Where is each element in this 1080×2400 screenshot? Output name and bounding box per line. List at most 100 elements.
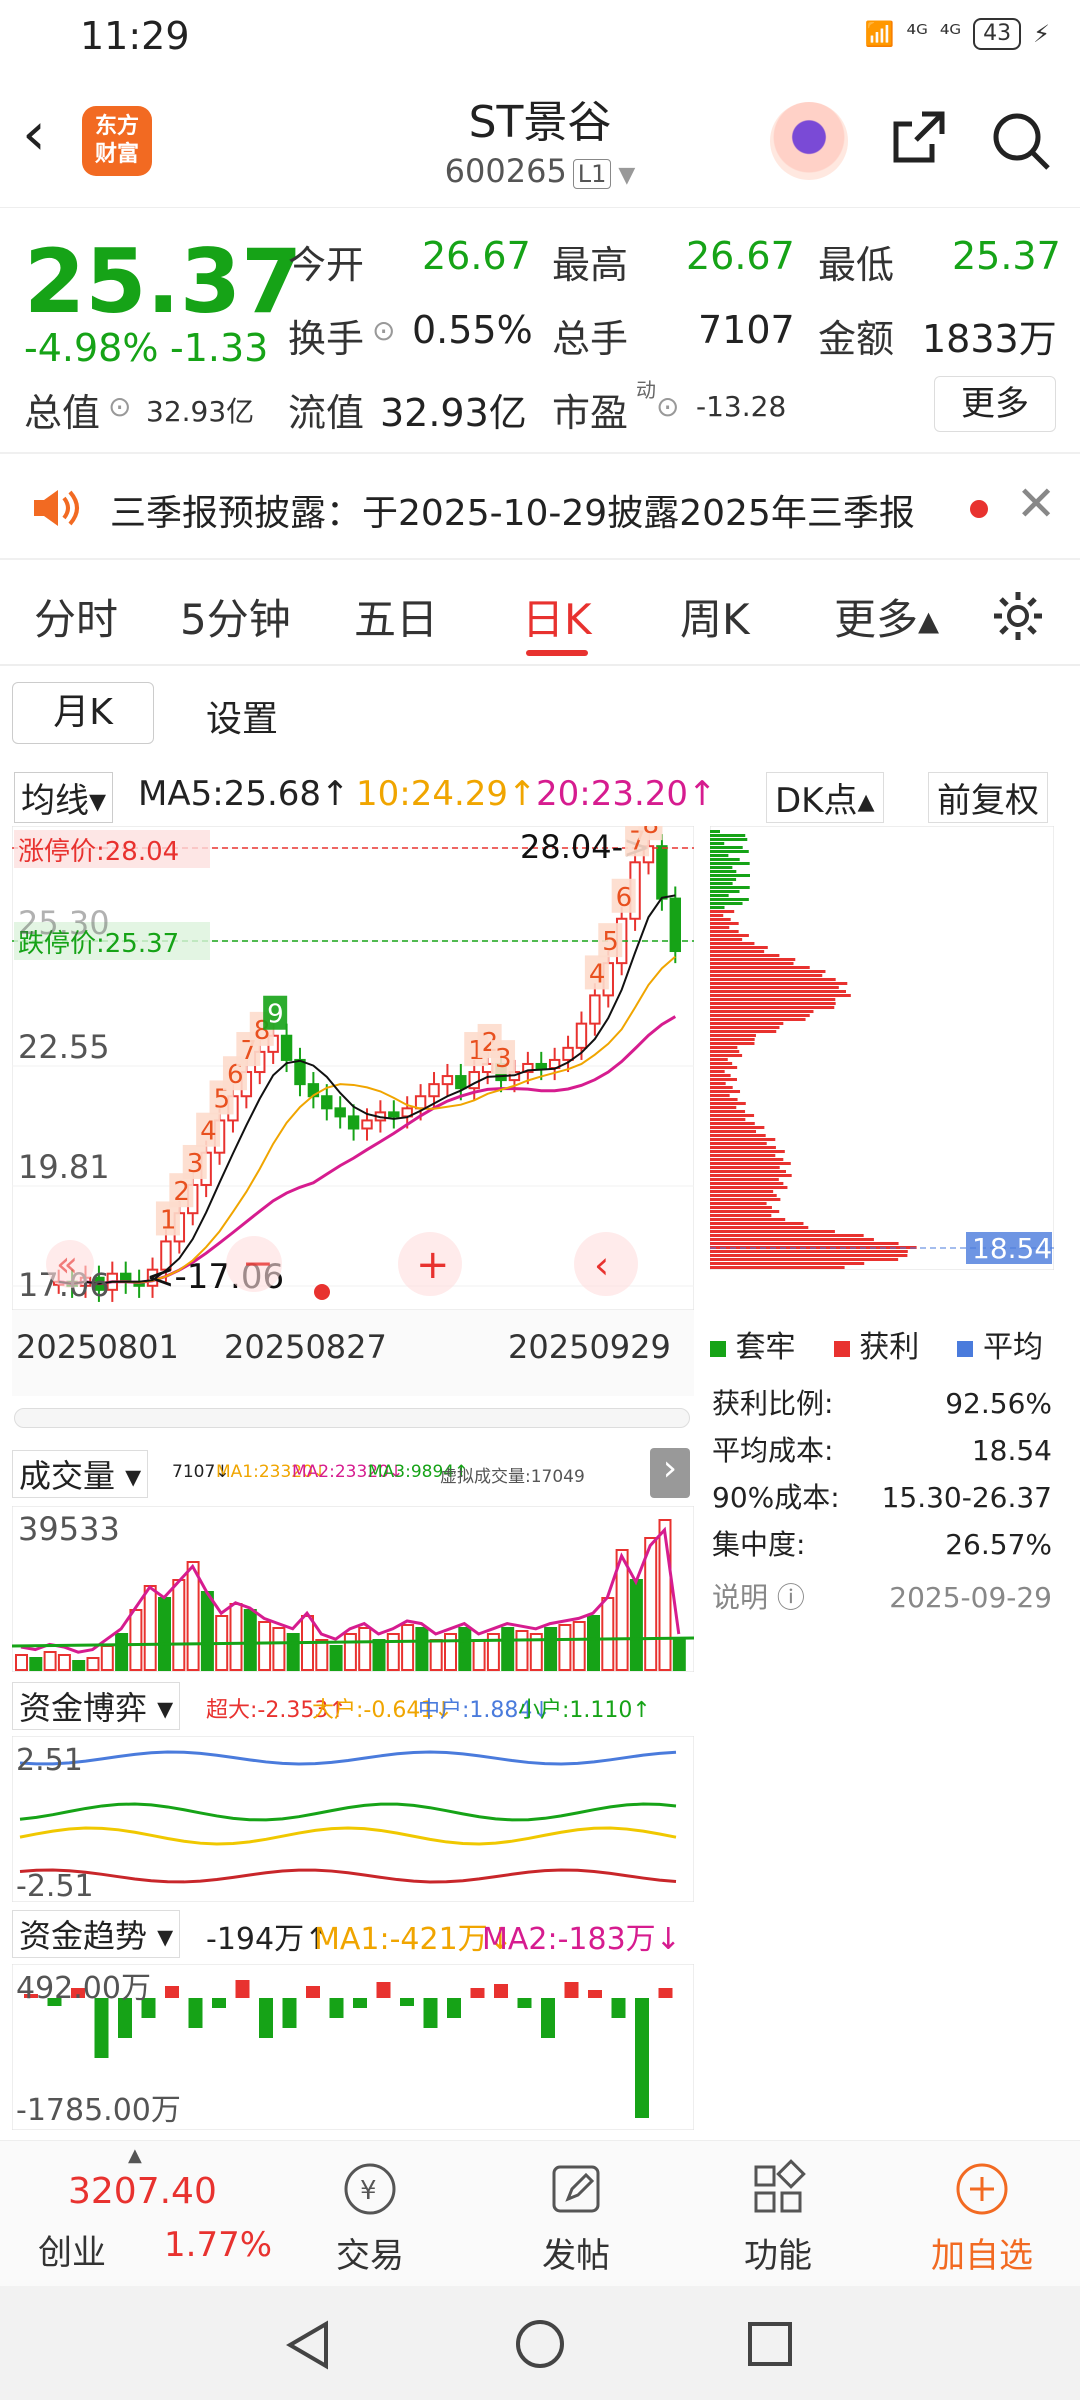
chip-bar bbox=[710, 834, 746, 837]
level-badge: L1 bbox=[572, 159, 612, 189]
trend-bar bbox=[353, 1998, 367, 2008]
trend-bar bbox=[329, 1998, 344, 2018]
chip-bar bbox=[710, 958, 796, 961]
monthly-k-chip[interactable]: 月K bbox=[12, 682, 154, 744]
candle-body bbox=[656, 845, 668, 900]
mktcap-label: 总值 bbox=[24, 391, 101, 435]
add-watchlist-button[interactable]: 加自选 bbox=[912, 2159, 1052, 2277]
tab-more[interactable]: 更多▴ bbox=[834, 586, 939, 647]
more-button[interactable]: 更多 bbox=[934, 376, 1056, 432]
collapse-panel-icon[interactable]: › bbox=[650, 1448, 690, 1498]
chip-bar bbox=[710, 850, 749, 853]
amount-label: 金额 bbox=[818, 317, 895, 361]
chip-bar bbox=[710, 962, 794, 965]
subtabs: 月K 设置 bbox=[0, 670, 1080, 750]
chip-bar bbox=[710, 1242, 899, 1245]
battery-icon: 43 bbox=[973, 18, 1022, 50]
chip-bar bbox=[710, 1118, 746, 1121]
settings-link[interactable]: 设置 bbox=[206, 690, 278, 742]
search-icon[interactable] bbox=[990, 110, 1052, 172]
info-icon-3[interactable]: ⊙ bbox=[656, 390, 679, 423]
chip-bar bbox=[710, 1046, 738, 1049]
info-icon-2[interactable]: ⊙ bbox=[108, 390, 131, 423]
chip-bar bbox=[710, 934, 749, 937]
yen-icon: ¥ bbox=[344, 2163, 396, 2215]
recents-square-icon[interactable] bbox=[746, 2320, 794, 2368]
chip-bar bbox=[710, 910, 735, 913]
chip-bar bbox=[710, 1030, 777, 1033]
caret-up-icon: ▲ bbox=[128, 2145, 142, 2166]
notice-bar[interactable]: 三季报预披露：于2025-10-29披露2025年三季报 ✕ bbox=[0, 456, 1080, 560]
tab-daily-k[interactable]: 日K bbox=[522, 586, 592, 647]
kline-chart[interactable]: 涨停价:28.04 跌停价:25.37 25.30 22.55 19.81 17… bbox=[12, 826, 694, 1310]
share-icon[interactable] bbox=[888, 108, 948, 168]
back-triangle-icon[interactable] bbox=[284, 2320, 332, 2370]
volume-chart: 39533 bbox=[12, 1506, 694, 1672]
adjust-button[interactable]: 前复权 bbox=[928, 772, 1048, 823]
post-button[interactable]: 发帖 bbox=[516, 2159, 636, 2277]
range-scrollbar[interactable] bbox=[14, 1408, 690, 1428]
trend-selector[interactable]: 资金趋势 ▾ bbox=[12, 1910, 181, 1958]
chip-bar bbox=[710, 1094, 730, 1097]
ma10-value: 10:24.29↑ bbox=[356, 774, 537, 814]
assistant-robot-icon[interactable] bbox=[770, 102, 848, 180]
date-3: 20250929 bbox=[508, 1328, 671, 1366]
amount-value: 1833万 bbox=[922, 317, 1057, 361]
tab-5day[interactable]: 五日 bbox=[354, 586, 438, 647]
ma-selector[interactable]: 均线▾ bbox=[14, 772, 114, 823]
chip-bar bbox=[710, 990, 847, 993]
chip-bar bbox=[710, 870, 737, 873]
dk-point-button[interactable]: DK点▴ bbox=[766, 772, 884, 823]
candle-body bbox=[294, 1058, 306, 1086]
volume-bar bbox=[272, 1627, 286, 1671]
tab-intraday[interactable]: 分时 bbox=[34, 586, 118, 647]
date-2: 20250827 bbox=[224, 1328, 387, 1366]
chip-bar bbox=[710, 1214, 772, 1217]
volume-selector[interactable]: 成交量 ▾ bbox=[12, 1450, 149, 1498]
turnover-label: 换手 bbox=[288, 317, 365, 361]
period-tabs: 分时 5分钟 五日 日K 周K 更多▴ bbox=[0, 562, 1080, 666]
info-icon[interactable]: ⊙ bbox=[372, 314, 395, 347]
volume-value: 7107 bbox=[698, 308, 795, 352]
vol-virtual: 虚拟成交量:17049 bbox=[440, 1467, 585, 1487]
status-time: 11:29 bbox=[80, 14, 190, 58]
chip-stat-row: 获利比例: 92.56% bbox=[712, 1387, 1052, 1420]
trend-bar bbox=[658, 1988, 673, 1998]
sequence-tag-label: 4 bbox=[589, 959, 606, 989]
volume-bar bbox=[672, 1639, 686, 1671]
candle-body bbox=[669, 897, 682, 953]
gear-icon[interactable] bbox=[990, 588, 1046, 644]
float-label: 流值 bbox=[288, 391, 365, 435]
chip-stat-row: 平均成本: 18.54 bbox=[712, 1434, 1052, 1467]
chip-bar bbox=[710, 1254, 908, 1257]
chip-note-link[interactable]: 说明 ⓘ bbox=[712, 1574, 805, 1621]
trend-bar bbox=[235, 1980, 250, 1998]
chip-bar bbox=[710, 1230, 835, 1233]
volume-bar bbox=[286, 1633, 300, 1671]
chip-bar bbox=[710, 942, 755, 945]
chip-bar bbox=[710, 838, 748, 841]
chip-bar bbox=[710, 966, 810, 969]
function-button[interactable]: 功能 bbox=[718, 2159, 838, 2277]
trade-button[interactable]: ¥ 交易 bbox=[310, 2159, 430, 2277]
trend-bar bbox=[94, 1998, 109, 2058]
chip-bar bbox=[710, 1146, 776, 1149]
chip-bar bbox=[710, 946, 768, 949]
chip-bar bbox=[710, 1178, 779, 1181]
tab-5min[interactable]: 5分钟 bbox=[180, 586, 291, 647]
candle-body bbox=[535, 1062, 547, 1069]
tab-weekly-k[interactable]: 周K bbox=[680, 586, 750, 647]
trend-ymax: 492.00万 bbox=[16, 1971, 151, 2006]
wifi-icon: 📶 bbox=[864, 20, 895, 48]
trend-bar bbox=[470, 1988, 485, 1998]
chip-bar bbox=[710, 906, 725, 909]
index-widget[interactable]: ▲ 3207.40 创业 1.77% bbox=[0, 2141, 272, 2287]
home-circle-icon[interactable] bbox=[514, 2318, 566, 2370]
low-value: 25.37 bbox=[952, 234, 1061, 278]
sequence-tag-label: 3 bbox=[187, 1149, 204, 1179]
close-icon[interactable]: ✕ bbox=[1016, 476, 1056, 532]
chip-bar bbox=[710, 1206, 772, 1209]
fund-selector[interactable]: 资金博弈 ▾ bbox=[12, 1682, 181, 1730]
chip-bar bbox=[710, 1122, 755, 1125]
chip-avg-price: 18.54 bbox=[972, 1232, 1052, 1265]
